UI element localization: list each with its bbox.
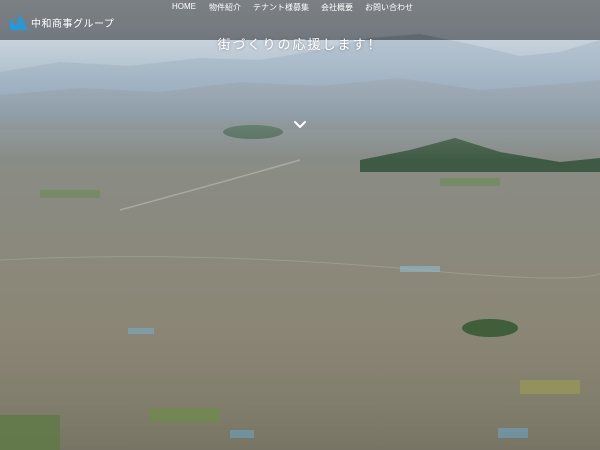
nav-item-tenant-recruitment[interactable]: テナント様募集 [247,2,315,13]
nav-item-company-profile[interactable]: 会社概要 [315,2,359,13]
nav-item-home[interactable]: HOME [160,2,203,13]
nav-item-properties[interactable]: 物件紹介 [203,2,247,13]
nav-item-contact[interactable]: お問い合わせ [359,2,419,13]
logo-triangle-icon [10,14,28,30]
site-logo[interactable]: 中和商事グループ [10,14,114,30]
hero-background-image [0,0,600,450]
hero-tagline: 街づくりの応援します！ [217,38,383,53]
main-nav: HOME 物件紹介 テナント様募集 会社概要 お問い合わせ [160,2,419,13]
chevron-down-icon[interactable] [294,121,306,129]
brand-name: 中和商事グループ [31,18,115,30]
aerial-city-illustration [0,34,600,450]
